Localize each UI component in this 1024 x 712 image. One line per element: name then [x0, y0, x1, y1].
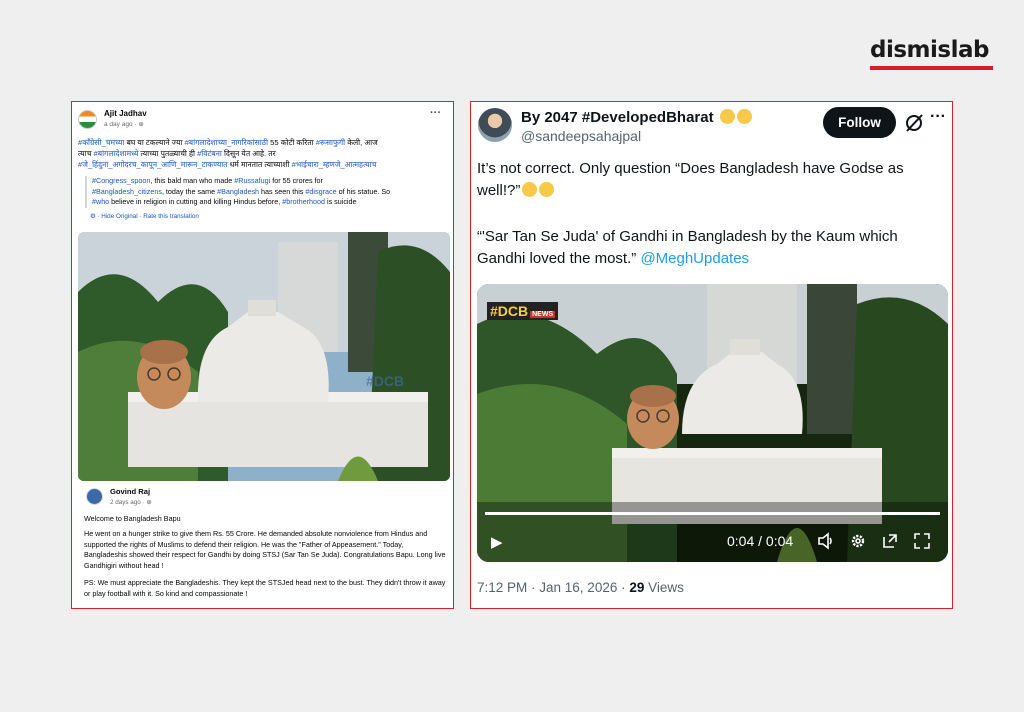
facebook-post-screenshot: Ajit Jadhav a day ago · ⊕ ··· #काँग्रेसी…: [71, 101, 454, 609]
emoji-icon: [539, 182, 555, 197]
tweet-screenshot: By 2047 #DevelopedBharat @sandeepsahajpa…: [470, 101, 953, 609]
comment-paragraph: He went on a hunger strike to give them …: [84, 529, 446, 570]
post-text: believe in religion in cutting and killi…: [109, 197, 283, 206]
post-body-line: #जे_हिंदुना_अगोदरच_कापून_आणि_मारून_टाकण्…: [78, 159, 450, 170]
post-text: has seen this: [259, 186, 306, 196]
hashtag[interactable]: #बांगलादेशामध्ये: [94, 149, 139, 158]
logo-text: dismislab: [870, 37, 989, 63]
translation-line: #Congress_spoon, this bald man who made …: [92, 176, 453, 187]
tweet-quote: “'Sar Tan Se Juda' of Gandhi in Banglade…: [477, 226, 947, 270]
hashtag[interactable]: #रूसाफुगी: [316, 138, 345, 147]
follow-button[interactable]: Follow: [823, 107, 896, 138]
post-text: 55 कोटी करिता: [268, 138, 316, 147]
logo-underline: [870, 66, 993, 70]
hashtag[interactable]: #Russafugi: [234, 176, 270, 185]
dismislab-logo: dismislab: [870, 38, 995, 70]
hashtag[interactable]: #Bangladesh_citizens: [92, 187, 162, 196]
hashtag[interactable]: #Congress_spoon: [92, 176, 150, 185]
comment-author-name[interactable]: Govind Raj: [110, 487, 150, 496]
video-watermark: #DCB NEWS: [487, 302, 559, 320]
post-author-name[interactable]: Ajit Jadhav: [104, 109, 147, 118]
comment-timestamp[interactable]: 2 days ago · ⊕: [110, 499, 152, 506]
mention-link[interactable]: @MeghUpdates: [640, 250, 749, 267]
grok-icon[interactable]: [903, 112, 925, 134]
translation-line: #who believe in religion in cutting and …: [92, 197, 453, 208]
emoji-icon: [736, 109, 752, 124]
profile-avatar[interactable]: [478, 108, 512, 142]
translation-line: #Bangladesh_citizens, today the same #Ba…: [92, 186, 453, 198]
hashtag[interactable]: #भाईचारा_म्हणजे_आत्महत्याच: [292, 160, 377, 169]
emoji-icon: [522, 182, 538, 197]
hashtag[interactable]: #Bangladesh: [217, 187, 259, 196]
more-options-icon[interactable]: ···: [430, 107, 441, 119]
settings-gear-icon[interactable]: [849, 532, 867, 550]
video-frame: [477, 284, 948, 562]
display-name-text: By 2047 #DevelopedBharat: [521, 109, 714, 126]
fullscreen-icon[interactable]: [913, 532, 931, 550]
post-text: केली, आज: [345, 138, 378, 147]
watermark-text: #DCB: [490, 303, 529, 319]
emoji-icon: [719, 109, 735, 124]
user-handle[interactable]: @sandeepsahajpal: [521, 128, 641, 144]
hashtag[interactable]: #जे_हिंदुना_अगोदरच_कापून_आणि_मारून_टाकण्…: [78, 160, 228, 169]
display-name[interactable]: By 2047 #DevelopedBharat: [521, 109, 752, 126]
post-text: दिसून येत आहे. तर: [221, 149, 276, 158]
post-text: त्याच्या पुतळ्याची ही: [138, 149, 198, 158]
post-text: , this bald man who made: [150, 176, 235, 185]
translated-text: #Congress_spoon, this bald man who made …: [85, 176, 453, 208]
pop-out-icon[interactable]: [881, 532, 899, 550]
post-text: for 55 crores for: [270, 176, 323, 185]
post-body-line: त्याच #बांगलादेशामध्ये त्याच्या पुतळ्याच…: [78, 148, 450, 159]
tweet-metadata: 7:12 PM · Jan 16, 2026 · 29 Views: [477, 580, 684, 595]
statue-photo: #DCB: [78, 232, 450, 481]
comment-paragraph: Welcome to Bangladesh Bapu: [84, 514, 181, 523]
svg-text:#DCB: #DCB: [366, 373, 404, 389]
post-body: #काँग्रेसी_चमच्या बघ या टकल्याने ज्या #ब…: [78, 137, 450, 170]
hashtag[interactable]: #brotherhood: [282, 197, 325, 206]
watermark-sub: NEWS: [530, 311, 556, 318]
tweet-text: It’s not correct. Only question “Does Ba…: [477, 158, 947, 202]
hashtag[interactable]: #disgrace: [305, 187, 336, 196]
volume-icon[interactable]: [817, 532, 835, 550]
play-icon[interactable]: ▶: [491, 533, 503, 551]
post-text: , today the same: [161, 186, 218, 196]
hashtag[interactable]: #बांगलादेशाच्या_नागरिकांसाठी: [185, 138, 269, 147]
post-photo[interactable]: #DCB: [78, 232, 450, 481]
post-text: of his statue. So: [336, 186, 391, 196]
post-text: बघ या टकल्याने ज्या: [124, 138, 185, 147]
hashtag[interactable]: #काँग्रेसी_चमच्या: [78, 138, 124, 147]
views-count: 29: [629, 580, 645, 595]
post-text: धर्म मानतात त्याच्याशी: [227, 160, 292, 169]
tweet-timestamp[interactable]: 7:12 PM · Jan 16, 2026 ·: [477, 580, 629, 595]
hashtag[interactable]: #who: [92, 197, 109, 206]
comment-paragraph: PS: We must appreciate the Bangladeshis.…: [84, 578, 446, 598]
views-label: Views: [644, 580, 684, 595]
post-text: is suicide: [324, 197, 357, 206]
post-body-line: #काँग्रेसी_चमच्या बघ या टकल्याने ज्या #ब…: [78, 137, 450, 148]
post-timestamp[interactable]: a day ago · ⊕: [104, 120, 144, 128]
more-options-icon[interactable]: ···: [930, 108, 946, 126]
author-avatar[interactable]: [78, 110, 97, 129]
hide-original-link[interactable]: ⚙ · Hide Original · Rate this translatio…: [90, 213, 199, 220]
tweet-video[interactable]: #DCB NEWS ▶ 0:04 / 0:04: [477, 284, 948, 562]
video-time: 0:04 / 0:04: [727, 533, 794, 549]
post-text: त्याच: [78, 149, 94, 158]
commenter-avatar[interactable]: [86, 488, 103, 505]
hashtag[interactable]: #विटंबना: [197, 149, 222, 158]
